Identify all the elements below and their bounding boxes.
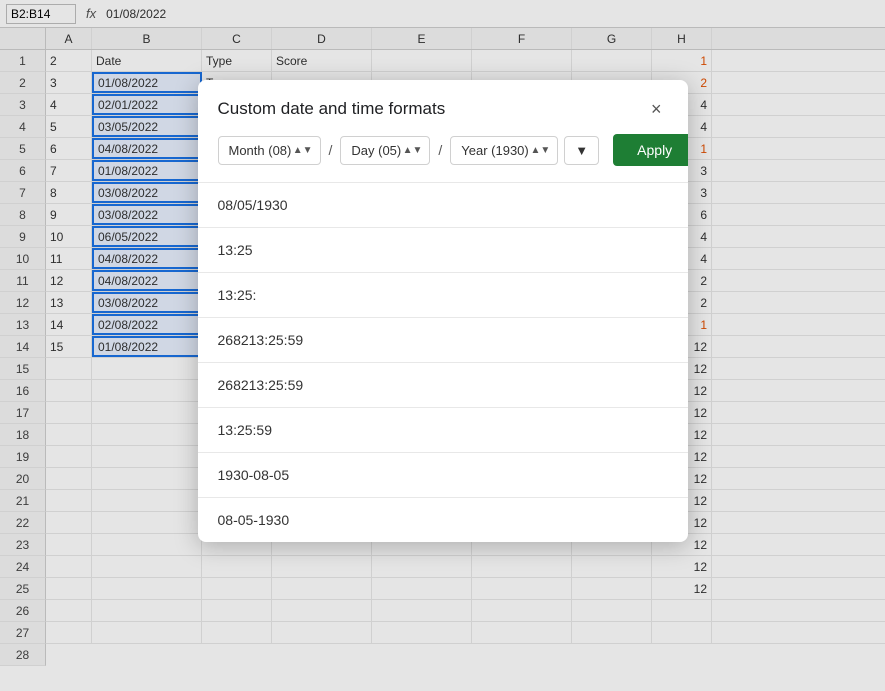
day-select-wrapper: Day (05) Day ▲▼ — [340, 136, 430, 165]
format-item-5[interactable]: 13:25:59 — [198, 408, 688, 453]
more-options-button[interactable]: ▼ — [564, 136, 599, 165]
format-controls: Month (08) Month ▲▼ / Day (05) Day ▲▼ / … — [198, 134, 688, 182]
close-button[interactable]: × — [645, 98, 668, 120]
month-select[interactable]: Month (08) Month — [218, 136, 321, 165]
format-item-3[interactable]: 268213:25:59 — [198, 318, 688, 363]
format-item-2[interactable]: 13:25: — [198, 273, 688, 318]
format-item-6[interactable]: 1930-08-05 — [198, 453, 688, 498]
separator-2: / — [436, 142, 444, 158]
modal-title: Custom date and time formats — [218, 99, 446, 119]
modal-header: Custom date and time formats × — [198, 80, 688, 134]
day-select[interactable]: Day (05) Day — [340, 136, 430, 165]
format-item-7[interactable]: 08-05-1930 — [198, 498, 688, 542]
year-select-wrapper: Year (1930) Year ▲▼ — [450, 136, 558, 165]
format-item-1[interactable]: 13:25 — [198, 228, 688, 273]
year-select[interactable]: Year (1930) Year — [450, 136, 558, 165]
format-item-4[interactable]: 268213:25:59 — [198, 363, 688, 408]
separator-1: / — [327, 142, 335, 158]
format-list[interactable]: 08/05/1930 13:25 13:25: 268213:25:59 268… — [198, 182, 688, 542]
month-select-wrapper: Month (08) Month ▲▼ — [218, 136, 321, 165]
format-item-0[interactable]: 08/05/1930 — [198, 183, 688, 228]
custom-date-format-modal: Custom date and time formats × Month (08… — [198, 80, 688, 542]
modal-overlay: Custom date and time formats × Month (08… — [0, 0, 885, 691]
apply-button[interactable]: Apply — [613, 134, 687, 166]
